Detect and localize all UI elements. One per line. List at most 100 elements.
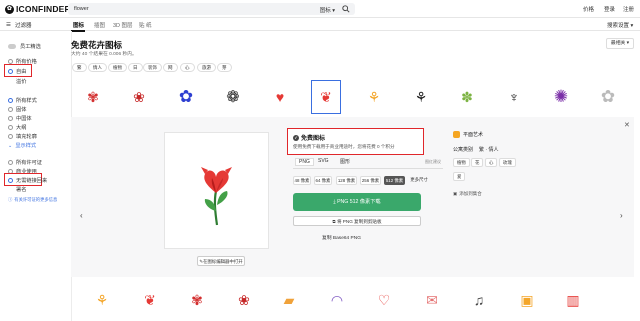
toggle-icon xyxy=(8,44,16,49)
style-option-outline[interactable]: 大纲 xyxy=(8,124,26,131)
chip-4[interactable]: 装饰 xyxy=(143,63,162,72)
tag-flower[interactable]: 花 xyxy=(471,158,484,167)
pricing-link[interactable]: 价格 xyxy=(583,5,594,13)
music-note-icon[interactable]: ♫ xyxy=(462,283,496,317)
size-128[interactable]: 128 像素 xyxy=(336,176,357,185)
flower-pot-icon[interactable]: ✽ xyxy=(452,80,482,114)
chip-1[interactable]: 情人 xyxy=(88,63,107,72)
format-svg[interactable]: SVG xyxy=(318,158,329,164)
radio-icon xyxy=(8,134,13,139)
search-bar[interactable]: flower 图标 ▾ xyxy=(68,3,355,15)
jar-icon[interactable]: ▥ xyxy=(556,283,590,317)
rose-outline-icon[interactable]: ⚘ xyxy=(406,80,436,114)
heart-plant-icon[interactable]: ❦ xyxy=(133,283,167,317)
tag-heart[interactable]: 心 xyxy=(485,158,498,167)
chevron-down-icon: ⌄ xyxy=(8,142,13,149)
flower-bouquet-icon[interactable]: ✾ xyxy=(78,80,108,114)
tag-plant[interactable]: 植物 xyxy=(453,158,470,167)
chip-7[interactable]: 旅游 xyxy=(197,63,216,72)
style-option-filled-outline[interactable]: 填充轮廓 xyxy=(8,133,37,140)
outline-flower-icon[interactable]: ❁ xyxy=(218,80,248,114)
format-shape[interactable]: 图形 xyxy=(340,158,350,165)
author-row[interactable]: 平面艺术 xyxy=(453,131,483,138)
yellow-tulip-icon[interactable]: ⚘ xyxy=(359,80,389,114)
red-tulip-icon[interactable]: ♥ xyxy=(265,80,295,114)
radio-selected-icon xyxy=(8,69,13,74)
radio-icon xyxy=(8,125,13,130)
blue-flower-icon[interactable]: ✿ xyxy=(171,80,201,114)
white-flower-icon[interactable]: ✿ xyxy=(593,80,623,114)
chip-8[interactable]: 芽 xyxy=(217,63,232,72)
prev-arrow-icon[interactable]: ‹ xyxy=(80,211,83,220)
wifi-icon[interactable]: ◠ xyxy=(320,283,354,317)
more-sizes[interactable]: 更多尺寸 xyxy=(408,176,430,185)
tag-love[interactable]: 爱 xyxy=(453,172,466,181)
tab-illustrations[interactable]: 插图 xyxy=(94,21,105,29)
license-option-no-link[interactable]: 无需链接回来 xyxy=(8,177,47,184)
add-to-collection-link[interactable]: ▣ 添加到集合 xyxy=(453,191,482,197)
radio-icon xyxy=(8,116,13,121)
staff-picks-toggle[interactable]: 员工精选 xyxy=(8,43,41,50)
price-option-free[interactable]: 自由 xyxy=(8,68,26,75)
style-option-china[interactable]: 中国体 xyxy=(8,115,32,122)
radio-icon xyxy=(8,160,13,165)
purple-flower-icon[interactable]: ✺ xyxy=(546,80,576,114)
flower-bouquet-icon[interactable]: ✾ xyxy=(180,283,214,317)
logo[interactable]: ✿ ICONFINDER xyxy=(5,4,71,14)
info-icon: ⓘ xyxy=(8,197,13,202)
chip-5[interactable]: 网 xyxy=(163,63,178,72)
login-link[interactable]: 登录 xyxy=(604,5,615,13)
format-png[interactable]: PNG xyxy=(295,158,314,166)
size-64[interactable]: 64 像素 xyxy=(314,176,332,185)
license-info-link[interactable]: ⓘ 有关许可证的更多信息 xyxy=(8,197,57,203)
license-option-all[interactable]: 所有许可证 xyxy=(8,159,42,166)
love-letter-icon[interactable]: ✉ xyxy=(415,283,449,317)
copy-png-button[interactable]: ⧉ 将 PNG 复制到剪贴板 xyxy=(293,216,421,226)
search-type-select[interactable]: 图标 ▾ xyxy=(320,6,335,14)
tab-icons[interactable]: 图标 xyxy=(73,21,84,29)
author-category-row: 公寓类别 繁 · 情人 xyxy=(453,147,499,153)
flower-pot-icon[interactable]: ⚘ xyxy=(85,283,119,317)
size-512-selected[interactable]: 512 像素 xyxy=(384,176,405,185)
logo-text: ICONFINDER xyxy=(16,4,71,14)
close-icon[interactable]: ✕ xyxy=(624,121,630,129)
heart-flower-icon xyxy=(201,167,232,226)
balloon-hearts-icon[interactable]: ♡ xyxy=(367,283,401,317)
icon-preview xyxy=(164,132,269,249)
chip-3[interactable]: 日 xyxy=(128,63,143,72)
open-in-editor-button[interactable]: ✎在图标编辑器中打开 xyxy=(197,256,245,266)
signup-link[interactable]: 注册 xyxy=(623,5,634,13)
search-input[interactable]: flower xyxy=(74,6,89,12)
flower-bouquet-icon[interactable]: ❀ xyxy=(124,80,154,114)
gift-box-icon[interactable]: ▰ xyxy=(272,283,306,317)
chip-6[interactable]: 心 xyxy=(180,63,195,72)
style-option-solid[interactable]: 固体 xyxy=(8,106,26,113)
hint-link[interactable]: 图红建议 xyxy=(425,159,441,165)
size-48[interactable]: 48 像素 xyxy=(293,176,311,185)
search-icon[interactable] xyxy=(342,5,350,13)
heart-flower-selected-icon[interactable]: ❦ xyxy=(311,80,341,114)
more-styles-link[interactable]: ⌄ 显示样式 xyxy=(8,142,36,150)
radio-selected-icon xyxy=(8,178,13,183)
tab-3d[interactable]: 3D 图层 xyxy=(113,21,133,29)
size-256[interactable]: 256 像素 xyxy=(360,176,381,185)
tab-stickers[interactable]: 贴 纸 xyxy=(139,21,152,29)
chip-2[interactable]: 植物 xyxy=(108,63,127,72)
license-option-attribution[interactable]: 署名 xyxy=(8,186,26,193)
radio-selected-icon xyxy=(8,98,13,103)
style-option-all[interactable]: 所有样式 xyxy=(8,97,37,104)
radio-icon xyxy=(8,107,13,112)
filter-button[interactable]: ☰ 过滤器 xyxy=(6,21,31,29)
download-button[interactable]: ⤓ PNG 512 像素下载 xyxy=(293,193,421,211)
check-circle-icon: ✓ xyxy=(293,134,299,141)
next-arrow-icon[interactable]: › xyxy=(620,211,623,220)
tag-rose[interactable]: 玫瑰 xyxy=(499,158,516,167)
flower-bouquet-icon[interactable]: ❀ xyxy=(227,283,261,317)
copy-base64-link[interactable]: 复制 Base64 PNG xyxy=(322,234,361,241)
price-option-premium[interactable]: 溢价 xyxy=(8,78,26,85)
photo-frame-icon[interactable]: ▣ xyxy=(510,283,544,317)
tulip-outline-icon[interactable]: ♆ xyxy=(499,80,529,114)
sort-select[interactable]: 最相关 ▾ xyxy=(606,38,634,49)
chip-0[interactable]: 繁 xyxy=(72,63,87,72)
search-settings-link[interactable]: 搜索设置 ▾ xyxy=(607,21,633,29)
